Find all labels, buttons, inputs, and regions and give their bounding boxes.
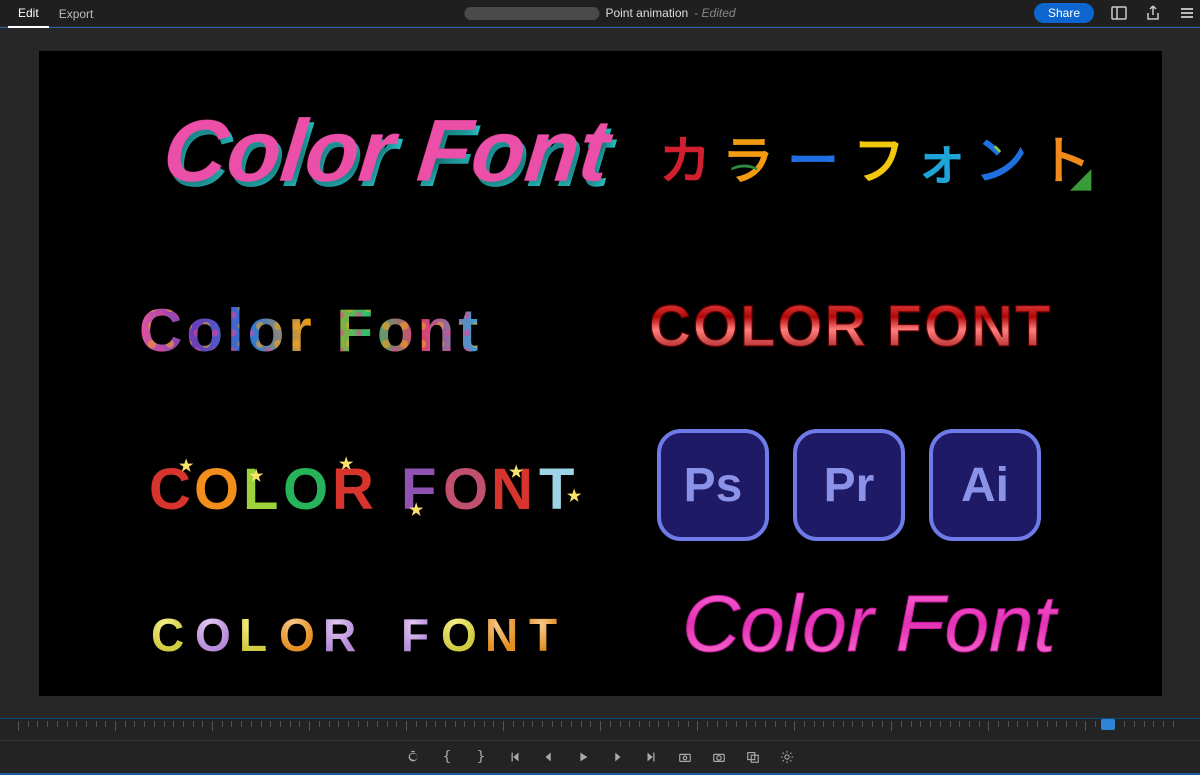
path-pill — [464, 7, 599, 20]
panel-toggle-icon[interactable] — [1110, 4, 1128, 22]
svg-text:Ps: Ps — [683, 459, 742, 512]
playback-controls: { } — [0, 740, 1200, 773]
tab-export[interactable]: Export — [49, 0, 104, 27]
svg-text:★: ★ — [249, 468, 264, 485]
svg-text:⁀: ⁀ — [731, 164, 758, 197]
sample-serif-stars: C O L O R F O N T ★★ ★★ ★★ — [149, 456, 582, 522]
layers-icon[interactable] — [745, 749, 761, 765]
camera-b-icon[interactable] — [711, 749, 727, 765]
svg-text:L: L — [243, 457, 279, 522]
share-button[interactable]: Share — [1034, 3, 1094, 23]
settings-icon[interactable] — [779, 749, 795, 765]
sample-balloon: C O L O R F O N T — [151, 609, 563, 661]
sample-magenta-script: Color Font — [682, 579, 1058, 668]
svg-text:C: C — [151, 609, 190, 661]
camera-a-icon[interactable] — [677, 749, 693, 765]
svg-text:フ: フ — [853, 133, 905, 191]
svg-text:Color Font: Color Font — [682, 579, 1058, 668]
document-status: - Edited — [694, 6, 735, 20]
svg-text:★: ★ — [567, 488, 582, 505]
skip-start-icon[interactable] — [507, 749, 523, 765]
sample-polka: Color Font Color Font — [139, 297, 482, 364]
stopwatch-icon[interactable] — [405, 749, 421, 765]
svg-text:O: O — [283, 457, 329, 522]
sample-app-icons: Ps Pr Ai — [659, 431, 1039, 539]
sample-red-gloss: COLOR FONT — [649, 294, 1052, 359]
svg-text:★: ★ — [409, 502, 424, 519]
svg-text:L: L — [239, 609, 273, 661]
svg-text:、: 、 — [993, 131, 1015, 156]
play-icon[interactable] — [575, 749, 591, 765]
svg-text:R: R — [323, 609, 362, 661]
hamburger-icon[interactable] — [1178, 4, 1196, 22]
svg-text:カ: カ — [659, 133, 711, 191]
svg-text:ォ: ォ — [915, 133, 967, 191]
document-title-area: Point animation - Edited — [464, 6, 735, 20]
step-forward-icon[interactable] — [609, 749, 625, 765]
stage-wrapper: Color Font Color Font カ ラ ⁀ ー フ ォ ン 、 ト … — [0, 28, 1200, 718]
sample-brush-pink: Color Font Color Font — [158, 101, 620, 205]
step-back-icon[interactable] — [541, 749, 557, 765]
brace-open-icon[interactable]: { — [439, 749, 455, 765]
svg-text:O: O — [443, 457, 489, 522]
brace-close-icon[interactable]: } — [473, 749, 489, 765]
svg-text:T: T — [529, 609, 563, 661]
skip-end-icon[interactable] — [643, 749, 659, 765]
svg-text:O: O — [195, 609, 237, 661]
share-arrow-icon[interactable] — [1144, 4, 1162, 22]
svg-text:Ai: Ai — [961, 459, 1009, 512]
svg-text:O: O — [279, 609, 321, 661]
tab-edit[interactable]: Edit — [8, 0, 49, 28]
document-title: Point animation — [605, 6, 688, 20]
svg-text:Color Font: Color Font — [139, 297, 482, 364]
svg-text:N: N — [485, 609, 524, 661]
svg-text:★: ★ — [179, 458, 194, 475]
svg-text:Color Font: Color Font — [158, 101, 617, 200]
playhead[interactable] — [1101, 719, 1115, 730]
timeline-ticks — [18, 721, 1182, 737]
svg-text:ー: ー — [787, 133, 839, 191]
svg-text:COLOR FONT: COLOR FONT — [649, 294, 1052, 359]
canvas[interactable]: Color Font Color Font カ ラ ⁀ ー フ ォ ン 、 ト … — [39, 51, 1162, 696]
svg-text:F: F — [401, 609, 435, 661]
top-menubar: Edit Export Point animation - Edited Sha… — [0, 0, 1200, 27]
timeline[interactable] — [0, 718, 1200, 740]
svg-text:◢: ◢ — [1069, 163, 1092, 193]
svg-text:O: O — [194, 457, 240, 522]
svg-text:O: O — [441, 609, 483, 661]
svg-text:Pr: Pr — [823, 459, 874, 512]
svg-text:★: ★ — [509, 464, 524, 481]
sample-katakana: カ ラ ⁀ ー フ ォ ン 、 ト ◢ — [659, 131, 1092, 197]
svg-text:★: ★ — [339, 456, 354, 473]
